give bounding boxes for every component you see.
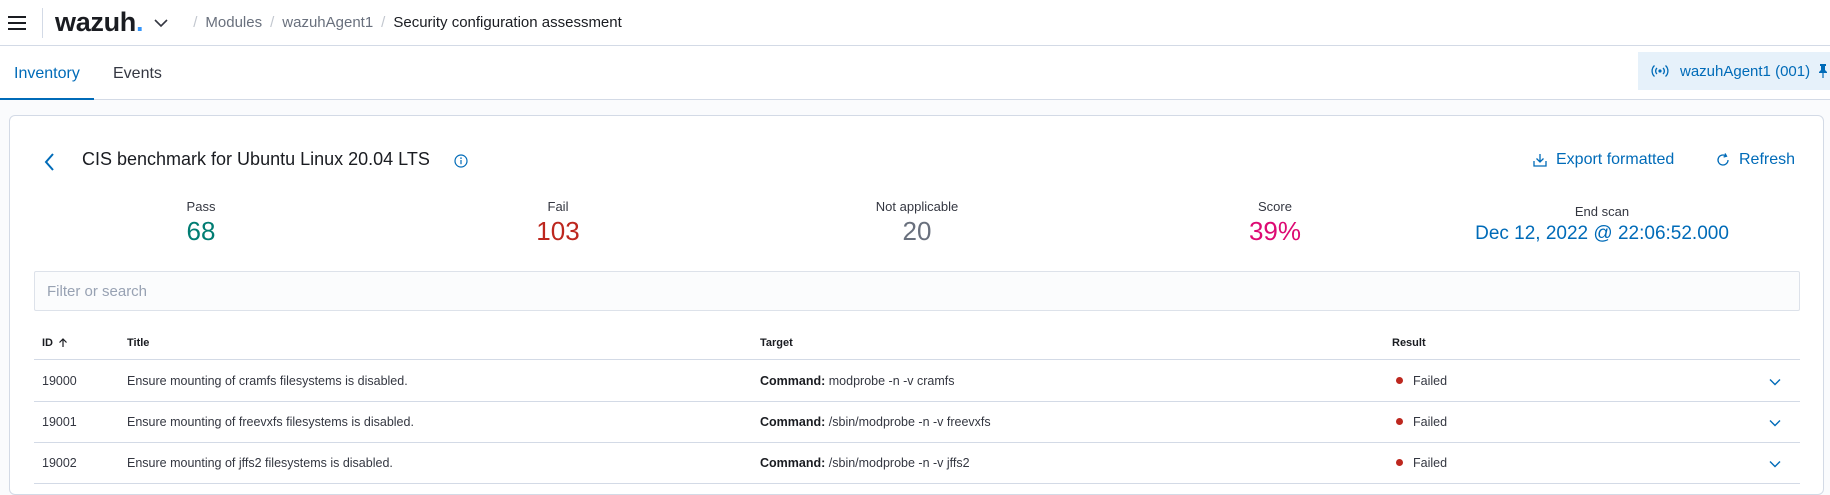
breadcrumb-separator: / [270, 14, 275, 31]
stat-end-scan-value: Dec 12, 2022 @ 22:06:52.000 [1475, 223, 1729, 244]
selected-agent-label: wazuhAgent1 (001) [1680, 62, 1811, 80]
export-formatted-label: Export formatted [1556, 151, 1675, 168]
stat-fail: Fail 103 [458, 199, 658, 247]
stat-end-scan-label: End scan [1574, 204, 1630, 219]
chevron-down-icon[interactable] [1768, 416, 1782, 430]
stat-score-label: Score [1258, 199, 1292, 214]
cell-target: Command: /sbin/modprobe -n -v freevxfs [760, 402, 991, 443]
stat-fail-value: 103 [536, 216, 580, 246]
selected-agent-button[interactable]: wazuhAgent1 (001) [1638, 52, 1830, 90]
export-formatted-button[interactable]: Export formatted [1532, 151, 1674, 169]
stat-pass-label: Pass [186, 199, 216, 214]
refresh-button[interactable]: Refresh [1715, 151, 1795, 169]
table-header: ID Title Target Result [34, 326, 1800, 360]
top-navigation-bar: wazuh. / Modules / wazuhAgent1 / Securit… [0, 0, 1830, 46]
column-header-id[interactable]: ID [42, 326, 69, 360]
stat-score: Score 39% [1175, 199, 1375, 247]
cell-result-label: Failed [1413, 374, 1448, 388]
cell-target: Command: modprobe -n -v cramfs [760, 361, 955, 402]
stat-pass-value: 68 [186, 216, 216, 246]
search-input[interactable] [34, 271, 1800, 311]
cell-target-prefix: Command: [760, 374, 826, 388]
breadcrumb-agent[interactable]: wazuhAgent1 [282, 14, 373, 31]
tab-inventory[interactable]: Inventory [0, 46, 94, 100]
breadcrumb-separator: / [193, 14, 198, 31]
cell-id: 19001 [42, 415, 77, 429]
table-row[interactable]: 19002 Ensure mounting of jffs2 filesyste… [34, 443, 1800, 484]
cell-target: Command: /sbin/modprobe -n -v jffs2 [760, 443, 970, 484]
chevron-down-icon[interactable] [153, 15, 169, 31]
cell-target-command: modprobe -n -v cramfs [828, 374, 955, 388]
broadcast-icon [1651, 65, 1669, 77]
failed-status-dot [1396, 418, 1403, 426]
breadcrumb-separator: / [381, 14, 386, 31]
breadcrumb-modules[interactable]: Modules [205, 14, 262, 31]
cell-result: Failed [1396, 361, 1447, 402]
pin-icon[interactable] [1816, 63, 1830, 79]
failed-status-dot [1396, 459, 1403, 467]
stat-not-applicable-label: Not applicable [875, 199, 959, 214]
cell-result-label: Failed [1413, 415, 1448, 429]
logo-dot: . [136, 7, 144, 37]
cell-target-command: /sbin/modprobe -n -v jffs2 [828, 456, 970, 470]
logo-text: wazuh [55, 7, 137, 37]
menu-icon [8, 15, 26, 30]
table-row[interactable]: 19000 Ensure mounting of cramfs filesyst… [34, 361, 1800, 402]
tab-bar: Inventory Events wazuhAgent1 (001) [0, 46, 1830, 100]
failed-status-dot [1396, 377, 1403, 385]
column-header-target[interactable]: Target [760, 326, 793, 360]
info-icon[interactable] [454, 154, 468, 168]
wazuh-logo[interactable]: wazuh. [55, 7, 144, 38]
stat-score-value: 39% [1248, 216, 1302, 246]
cell-result-label: Failed [1413, 456, 1448, 470]
stat-pass: Pass 68 [101, 199, 301, 247]
back-arrow-icon[interactable] [40, 149, 60, 175]
policy-title: CIS benchmark for Ubuntu Linux 20.04 LTS [82, 149, 430, 169]
stat-not-applicable-value: 20 [902, 216, 932, 246]
column-header-result[interactable]: Result [1392, 326, 1426, 360]
cell-target-prefix: Command: [760, 456, 826, 470]
download-icon [1533, 154, 1547, 167]
cell-id: 19000 [42, 374, 77, 388]
stat-fail-label: Fail [547, 199, 569, 214]
chevron-down-icon[interactable] [1768, 375, 1782, 389]
cell-target-prefix: Command: [760, 415, 826, 429]
cell-result: Failed [1396, 402, 1447, 443]
sca-policy-panel: CIS benchmark for Ubuntu Linux 20.04 LTS… [9, 115, 1824, 495]
column-header-title[interactable]: Title [127, 326, 149, 360]
stat-not-applicable: Not applicable 20 [817, 199, 1017, 247]
column-header-id-label: ID [42, 337, 53, 349]
refresh-label: Refresh [1739, 151, 1796, 168]
hamburger-menu-button[interactable] [0, 0, 34, 46]
cell-title: Ensure mounting of freevxfs filesystems … [127, 415, 414, 429]
cell-title: Ensure mounting of cramfs filesystems is… [127, 374, 408, 388]
tab-events[interactable]: Events [96, 46, 179, 100]
header-divider [42, 7, 43, 38]
breadcrumb: / Modules / wazuhAgent1 / Security confi… [185, 14, 622, 31]
cell-id: 19002 [42, 456, 77, 470]
cell-target-command: /sbin/modprobe -n -v freevxfs [828, 415, 991, 429]
cell-title: Ensure mounting of jffs2 filesystems is … [127, 456, 393, 470]
refresh-icon [1717, 153, 1729, 166]
cell-result: Failed [1396, 443, 1447, 484]
breadcrumb-current-page: Security configuration assessment [393, 14, 622, 31]
table-row[interactable]: 19001 Ensure mounting of freevxfs filesy… [34, 402, 1800, 443]
stat-end-scan: End scan Dec 12, 2022 @ 22:06:52.000 [1452, 204, 1752, 245]
sort-ascending-icon [59, 338, 67, 347]
chevron-down-icon[interactable] [1768, 457, 1782, 471]
